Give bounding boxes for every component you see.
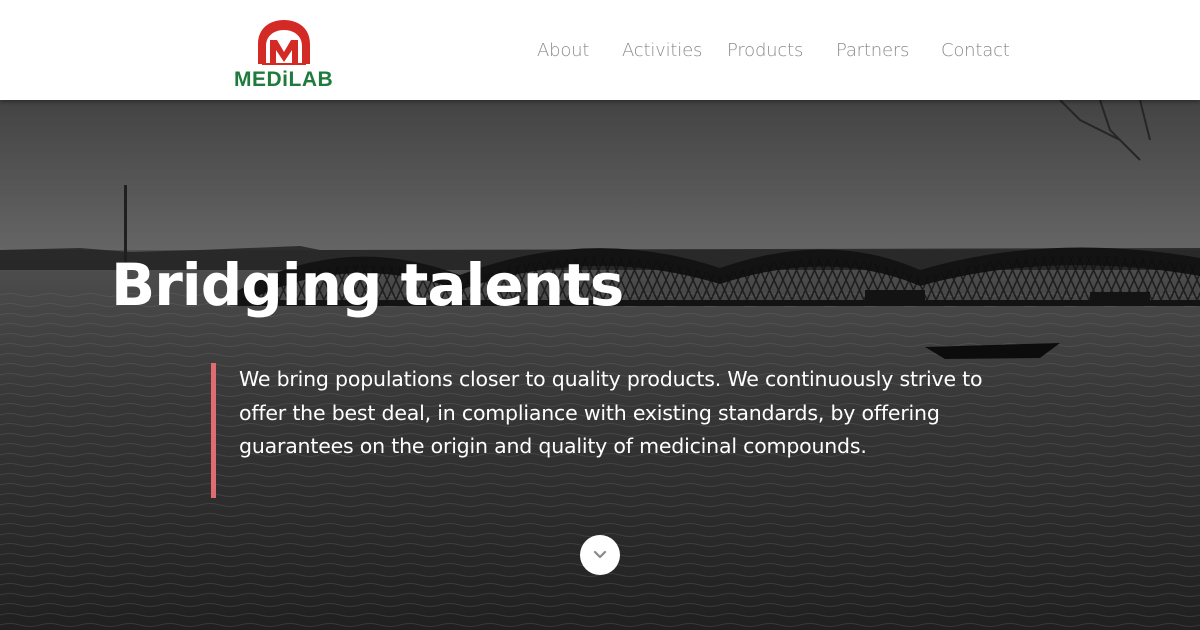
brand-name: MEDiLAB <box>234 68 334 91</box>
nav-partners[interactable]: Partners <box>836 40 909 62</box>
hero-section: Bridging talents We bring populations cl… <box>0 100 1200 630</box>
medilab-logo-icon <box>258 20 310 65</box>
hero-description: We bring populations closer to quality p… <box>211 363 1001 498</box>
nav-products[interactable]: Products <box>727 40 803 62</box>
scroll-down-button[interactable] <box>580 535 620 575</box>
nav-about[interactable]: About <box>537 40 589 62</box>
hero-title: Bridging talents <box>111 251 624 319</box>
hero-description-text: We bring populations closer to quality p… <box>239 367 983 458</box>
brand-logo[interactable]: MEDiLAB <box>232 18 342 92</box>
site-header: MEDiLAB About Activities Products Partne… <box>0 0 1200 100</box>
chevron-down-icon <box>593 550 607 559</box>
nav-activities[interactable]: Activities <box>622 40 702 62</box>
nav-contact[interactable]: Contact <box>941 40 1010 62</box>
